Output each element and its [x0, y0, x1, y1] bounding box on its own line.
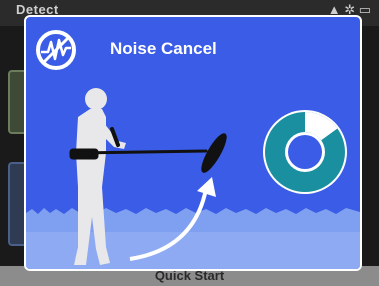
noise-cancel-icon	[36, 30, 76, 70]
curved-arrow-head	[197, 177, 216, 197]
progress-ring	[263, 110, 347, 194]
dialog-title: Noise Cancel	[110, 39, 217, 58]
noise-cancel-dialog[interactable]: Noise Cancel	[24, 15, 362, 271]
